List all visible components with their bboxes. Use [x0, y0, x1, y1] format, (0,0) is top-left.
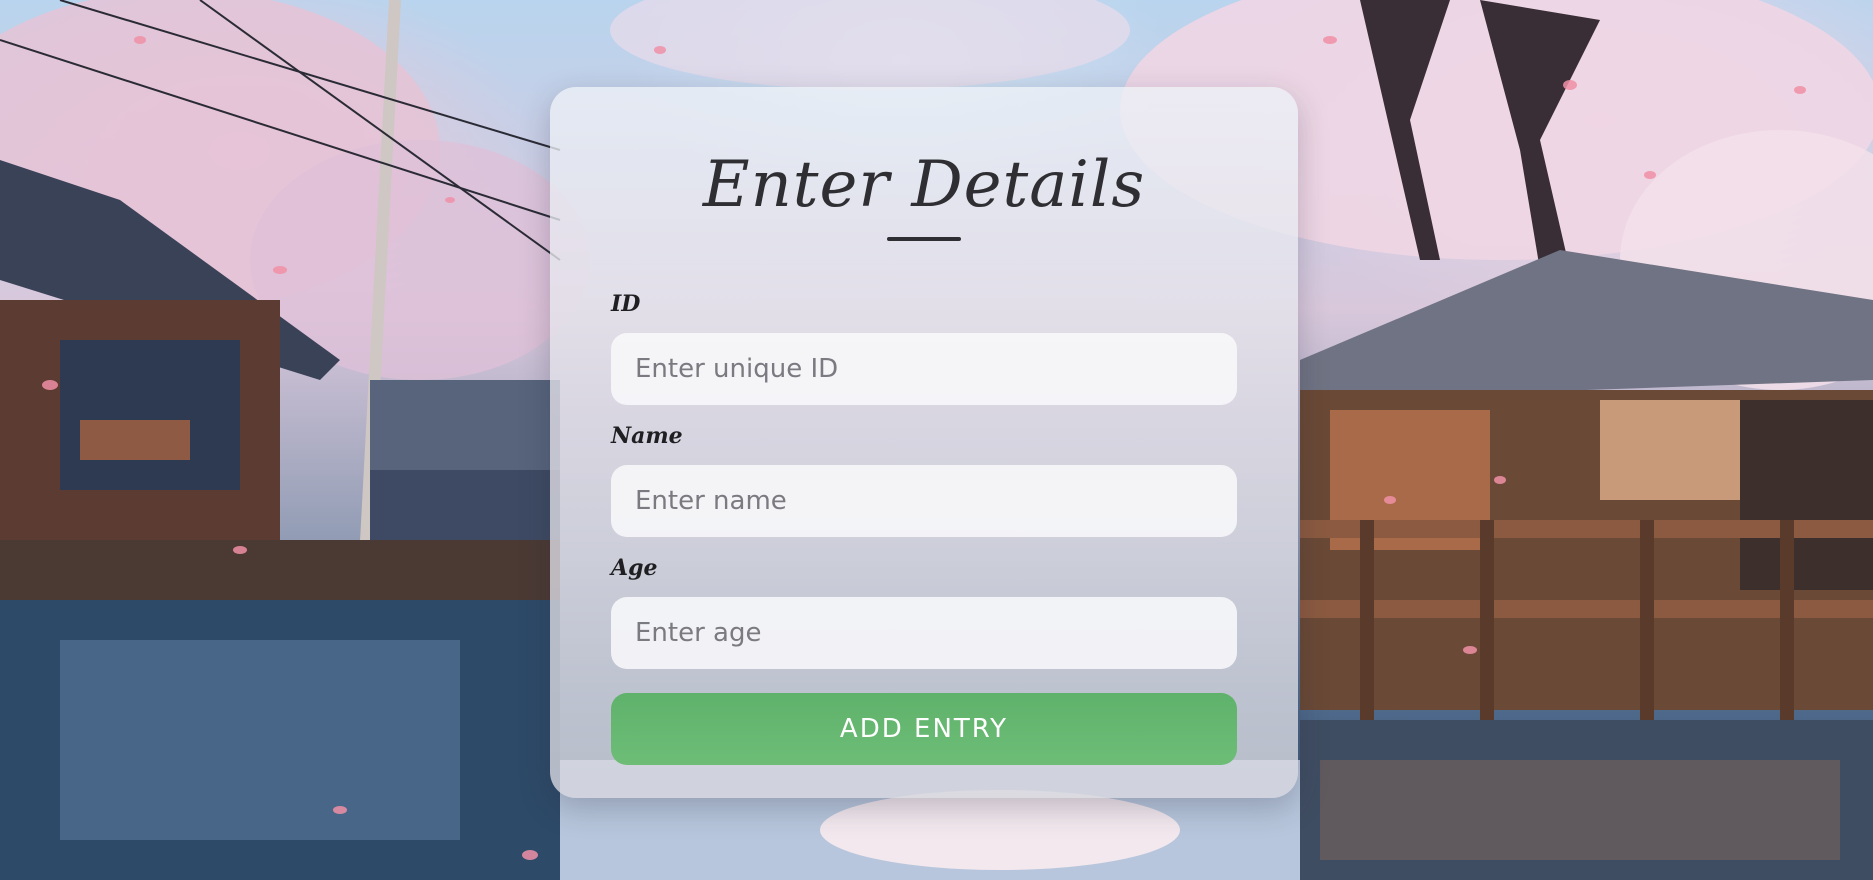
age-label: Age [611, 555, 658, 581]
id-input[interactable] [611, 333, 1237, 405]
name-input[interactable] [611, 465, 1237, 537]
age-input[interactable] [611, 597, 1237, 669]
form-title: Enter Details [702, 148, 1146, 222]
name-label: Name [611, 423, 683, 449]
add-entry-button[interactable]: ADD ENTRY [611, 693, 1237, 765]
id-label: ID [611, 291, 641, 317]
title-underline [887, 237, 961, 241]
details-form-card: Enter Details ID Name Age ADD ENTRY [550, 87, 1298, 798]
